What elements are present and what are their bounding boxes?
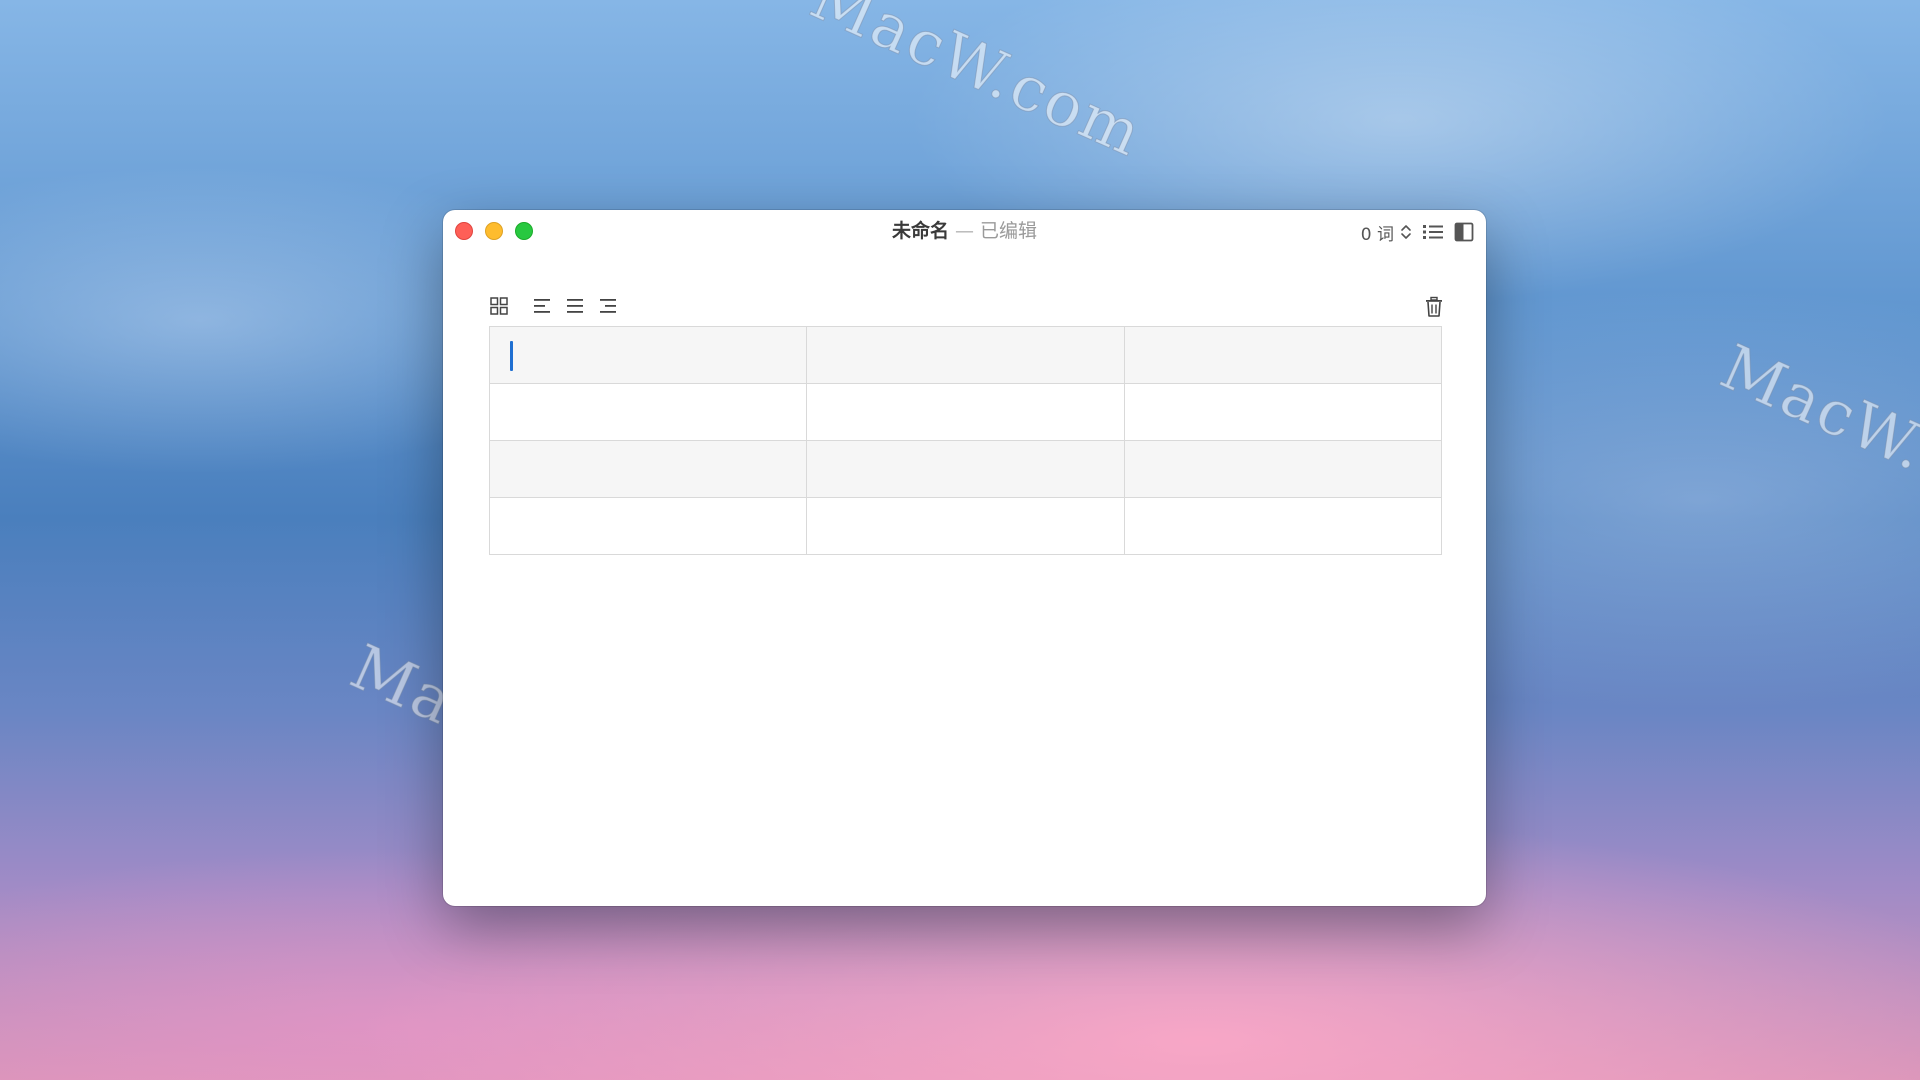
table-cell[interactable]	[806, 326, 1125, 384]
table-toolbar	[489, 296, 618, 316]
window-title: 未命名 — 已编辑	[443, 220, 1486, 242]
table-cell[interactable]	[1123, 497, 1443, 555]
table-row	[488, 440, 1443, 498]
table-cell[interactable]	[1123, 383, 1443, 441]
word-count-control[interactable]: 0 词	[1361, 220, 1412, 245]
grid-icon[interactable]	[489, 296, 509, 316]
watermark: MacW.c	[1710, 330, 1920, 501]
align-right-icon[interactable]	[598, 296, 618, 316]
sidebar-icon[interactable]	[1454, 222, 1474, 242]
table-header-row	[488, 326, 1443, 384]
word-count-label: 0 词	[1360, 224, 1394, 245]
table-cell[interactable]	[488, 383, 808, 441]
trash-icon[interactable]	[1424, 296, 1444, 318]
document-table	[488, 326, 1443, 555]
table-cell[interactable]	[806, 383, 1125, 441]
table-cell[interactable]	[1123, 440, 1443, 498]
title-separator: —	[955, 220, 974, 242]
titlebar-controls: 0 词	[1361, 220, 1474, 245]
align-left-icon[interactable]	[532, 296, 552, 316]
title-bar[interactable]: 未命名 — 已编辑 0 词	[443, 210, 1486, 252]
editor-window: 未命名 — 已编辑 0 词	[443, 210, 1486, 906]
table-cell[interactable]	[488, 326, 808, 384]
table-cell[interactable]	[806, 497, 1125, 555]
document-name: 未命名	[891, 220, 949, 242]
list-icon[interactable]	[1422, 222, 1444, 242]
table-cell[interactable]	[806, 440, 1125, 498]
text-cursor	[510, 341, 513, 371]
table-cell[interactable]	[1123, 326, 1443, 384]
table-row	[488, 383, 1443, 441]
stepper-icon	[1400, 222, 1412, 242]
desktop-background: MacW.com MacW.c MacW.com 未命名—已编辑 0 词	[0, 0, 1920, 1080]
align-justify-icon[interactable]	[565, 296, 585, 316]
document-state: 已编辑	[980, 220, 1038, 242]
table-row	[488, 497, 1443, 555]
table-cell[interactable]	[488, 497, 808, 555]
watermark: MacW.com	[800, 0, 1155, 171]
table-cell[interactable]	[488, 440, 808, 498]
